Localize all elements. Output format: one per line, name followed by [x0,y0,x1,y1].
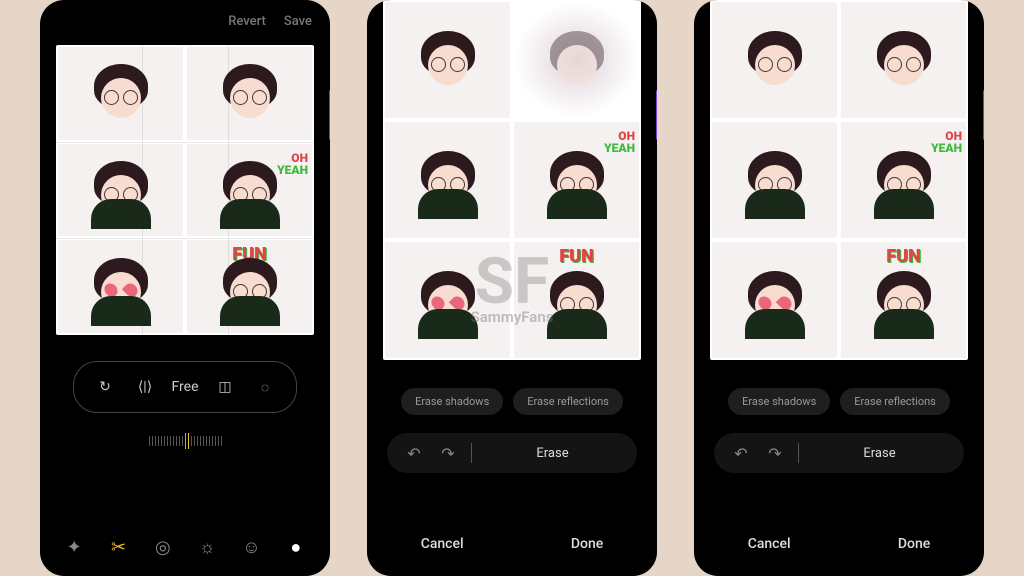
free-ratio-button[interactable]: Free [168,370,202,404]
avatar-cell [385,122,510,238]
phone-edge-accent [329,90,330,140]
flip-horizontal-button[interactable]: ⟨|⟩ [128,370,162,404]
sticker-text-yeah: YEAH [931,142,962,154]
erase-label[interactable]: Erase [811,446,948,461]
phone-screen-erase-active: OH YEAH FUN Erase shadows Erase reflecti… [367,0,657,576]
avatar-cell: FUN [841,242,966,358]
perspective-button[interactable]: ◫ [208,370,242,404]
sticker-grid: OH YEAH FUN [710,0,968,360]
rotation-slider[interactable] [40,423,330,459]
bottom-actions: Cancel Done [367,518,657,576]
erase-reflections-chip[interactable]: Erase reflections [840,388,950,415]
save-button[interactable]: Save [284,14,312,29]
erase-action-bar: ↶ ↷ Erase [387,433,637,473]
shape-crop-button[interactable]: ◌ [248,370,282,404]
filter-icon[interactable]: ◎ [152,536,174,558]
brightness-icon[interactable]: ☼ [196,536,218,558]
cancel-button[interactable]: Cancel [748,536,791,552]
image-canvas[interactable]: OH YEAH FUN [383,0,641,360]
sticker-text-fun: FUN [559,248,593,266]
sticker-grid: OH YEAH FUN [383,0,641,360]
avatar-cell: FUN [514,242,639,358]
revert-button[interactable]: Revert [228,14,266,29]
undo-icon[interactable]: ↶ [403,444,425,463]
done-button[interactable]: Done [898,536,930,552]
image-canvas[interactable]: OH YEAH FUN [710,0,968,360]
avatar-cell [712,242,837,358]
avatar-cell [712,122,837,238]
avatar-cell [841,2,966,118]
more-icon[interactable]: ● [285,536,307,558]
erase-label[interactable]: Erase [484,446,621,461]
avatar-cell [712,2,837,118]
avatar-cell [187,47,312,140]
phone-screen-crop: Revert Save OH YEAH FUN [40,0,330,576]
redo-icon[interactable]: ↷ [437,444,459,463]
erase-reflections-chip[interactable]: Erase reflections [513,388,623,415]
sticker-text-yeah: YEAH [277,164,308,176]
sticker-text-oh: OH [291,152,308,164]
image-canvas[interactable]: OH YEAH FUN [56,45,314,335]
avatar-cell [58,240,183,333]
redo-icon[interactable]: ↷ [764,444,786,463]
erase-options-row: Erase shadows Erase reflections [694,368,984,425]
avatar-cell: OH YEAH [187,144,312,237]
erase-action-bar: ↶ ↷ Erase [714,433,964,473]
done-button[interactable]: Done [571,536,603,552]
sticker-text-fun: FUN [886,248,920,266]
erase-shadows-chip[interactable]: Erase shadows [728,388,830,415]
divider [471,443,472,463]
crop-tool-row: ↻ ⟨|⟩ Free ◫ ◌ [40,343,330,423]
erase-shadows-chip[interactable]: Erase shadows [401,388,503,415]
avatar-cell: FUN [187,240,312,333]
phone-screen-erase-result: OH YEAH FUN Erase shadows Erase reflecti… [694,0,984,576]
editor-topbar: Revert Save [40,0,330,37]
erase-options-row: Erase shadows Erase reflections [367,368,657,425]
auto-enhance-icon[interactable]: ✦ [63,536,85,558]
avatar-cell [58,47,183,140]
phone-edge-accent [983,90,984,140]
avatar-cell-erased [514,2,639,118]
divider [798,443,799,463]
cancel-button[interactable]: Cancel [421,536,464,552]
sticker-icon[interactable]: ☺ [240,536,262,558]
crop-tool-group: ↻ ⟨|⟩ Free ◫ ◌ [73,361,297,413]
avatar-cell [385,2,510,118]
rotate-button[interactable]: ↻ [88,370,122,404]
avatar-cell [385,242,510,358]
crop-icon[interactable]: ✂ [107,536,129,558]
sticker-grid: OH YEAH FUN [56,45,314,335]
sticker-text-yeah: YEAH [604,142,635,154]
editor-bottom-nav: ✦ ✂ ◎ ☼ ☺ ● [40,522,330,576]
bottom-actions: Cancel Done [694,518,984,576]
avatar-cell: OH YEAH [514,122,639,238]
avatar-cell [58,144,183,237]
phone-edge-accent [656,90,657,140]
undo-icon[interactable]: ↶ [730,444,752,463]
avatar-cell: OH YEAH [841,122,966,238]
